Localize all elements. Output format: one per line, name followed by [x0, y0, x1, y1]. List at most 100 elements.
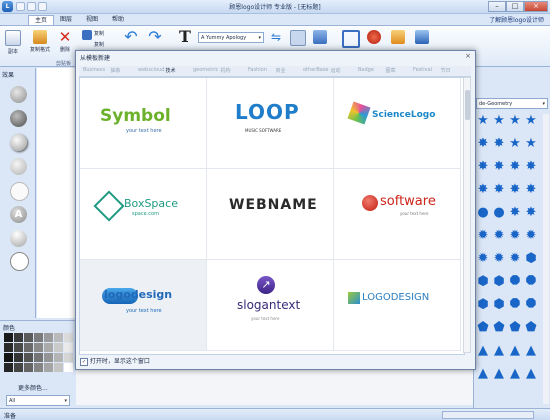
category-tab[interactable]: 机构	[221, 67, 231, 74]
cut-button[interactable]	[80, 30, 94, 42]
shape-star-icon[interactable]: ★	[508, 114, 522, 128]
tab-view[interactable]: 视图	[80, 15, 104, 25]
redo-button[interactable]: ↷	[146, 29, 164, 46]
template-loop[interactable]: LOOP MUSIC SOFTWARE	[207, 78, 334, 169]
category-tab[interactable]: Festival	[413, 67, 432, 73]
minimize-button[interactable]: –	[488, 1, 506, 12]
scrollbar-thumb[interactable]	[465, 90, 470, 120]
close-button[interactable]: ×	[524, 1, 548, 12]
color-swatch[interactable]	[64, 343, 73, 352]
shape-tri-icon[interactable]: ▲	[508, 367, 522, 381]
small-copy-button-2[interactable]: 复制	[94, 41, 116, 48]
category-tab[interactable]: 抽象	[111, 67, 121, 74]
shape-burst-icon[interactable]: ✸	[492, 160, 506, 174]
color-swatch[interactable]	[14, 353, 23, 362]
effect-circle-shadow[interactable]	[10, 134, 27, 151]
template-webname[interactable]: WEBNAME	[207, 169, 334, 260]
effect-button[interactable]	[366, 30, 382, 46]
shape-hex-icon[interactable]: ⬢	[524, 252, 538, 266]
shape-star-icon[interactable]: ★	[492, 114, 506, 128]
show-on-open-checkbox[interactable]: ✓	[80, 357, 88, 366]
category-tab[interactable]: 运动	[331, 67, 341, 74]
color-swatch[interactable]	[14, 343, 23, 352]
shape-oct-icon[interactable]: ⯃	[508, 275, 522, 289]
category-tab[interactable]: 商业	[276, 67, 286, 74]
color-swatch[interactable]	[4, 363, 13, 372]
shape-pent-icon[interactable]: ⬟	[524, 321, 538, 335]
shape-oct-icon[interactable]: ⯃	[508, 298, 522, 312]
color-swatch[interactable]	[4, 343, 13, 352]
shape-burst-icon[interactable]: ✸	[476, 160, 490, 174]
shape-oct-icon[interactable]: ⯃	[524, 298, 538, 312]
color-swatch[interactable]	[44, 363, 53, 372]
template-sciencelogo[interactable]: ScienceLogo	[334, 78, 461, 169]
shape-burst-icon[interactable]: ✸	[492, 183, 506, 197]
crop-button[interactable]	[342, 30, 360, 50]
color-swatch[interactable]	[54, 343, 63, 352]
category-tab[interactable]: 技术	[166, 67, 176, 74]
tab-help[interactable]: 帮助	[106, 15, 130, 25]
color-swatch[interactable]	[54, 353, 63, 362]
effect-circle-gloss[interactable]	[10, 230, 27, 247]
color-swatch[interactable]	[44, 343, 53, 352]
small-copy-button-1[interactable]: 复制	[94, 30, 116, 37]
color-swatch[interactable]	[64, 353, 73, 362]
template-logodesign-blue[interactable]: LOGODESIGN	[334, 260, 461, 351]
color-swatch[interactable]	[34, 343, 43, 352]
color-swatch[interactable]	[4, 353, 13, 362]
color-swatch[interactable]	[34, 333, 43, 342]
color-swatch[interactable]	[24, 333, 33, 342]
category-tab[interactable]: Fashion	[248, 67, 267, 73]
category-tab[interactable]: Business	[83, 67, 105, 73]
copy-button[interactable]: 副本	[4, 30, 22, 55]
template-logodesign[interactable]: logodesign your text here	[80, 260, 207, 351]
dialog-close-button[interactable]: ×	[463, 52, 473, 61]
flip-h-button[interactable]: ⇋	[268, 30, 284, 46]
category-tab[interactable]: Badge	[358, 67, 374, 73]
shape-circle-icon[interactable]: ●	[492, 206, 506, 220]
color-swatch[interactable]	[64, 333, 73, 342]
shape-burst-icon[interactable]: ✸	[476, 183, 490, 197]
shape-burst-icon[interactable]: ✸	[476, 137, 490, 151]
shape-hex-icon[interactable]: ⬢	[476, 298, 490, 312]
shape-hex-icon[interactable]: ⬢	[492, 275, 506, 289]
color-swatch[interactable]	[54, 363, 63, 372]
shape-tri-icon[interactable]: ▲	[476, 367, 490, 381]
shape-gear-icon[interactable]: ✹	[492, 229, 506, 243]
import-button[interactable]	[390, 30, 406, 46]
shape-gear-icon[interactable]: ✹	[492, 252, 506, 266]
shape-tri-icon[interactable]: ▲	[508, 344, 522, 358]
shape-pent-icon[interactable]: ⬟	[492, 321, 506, 335]
shape-hex-icon[interactable]: ⬢	[492, 298, 506, 312]
delete-button[interactable]: ✕ 删除	[56, 30, 74, 54]
color-swatch[interactable]	[24, 363, 33, 372]
effect-circle-outline[interactable]	[10, 252, 29, 271]
shape-hex-icon[interactable]: ⬢	[476, 275, 490, 289]
maximize-button[interactable]: □	[506, 1, 524, 12]
undo-button[interactable]: ↶	[122, 29, 140, 46]
shape-tri-icon[interactable]: ▲	[524, 367, 538, 381]
template-software[interactable]: software your text here	[334, 169, 461, 260]
design-canvas[interactable]	[37, 68, 77, 318]
shape-burst-icon[interactable]: ✸	[524, 160, 538, 174]
category-tab[interactable]: 图章	[386, 67, 396, 74]
shape-pent-icon[interactable]: ⬟	[476, 321, 490, 335]
shape-gear-icon[interactable]: ✹	[476, 229, 490, 243]
color-swatch[interactable]	[14, 363, 23, 372]
align-button[interactable]	[290, 30, 306, 48]
shape-star-icon[interactable]: ★	[524, 137, 538, 151]
effect-letter-a[interactable]: A	[10, 206, 27, 223]
shape-tri-icon[interactable]: ▲	[476, 344, 490, 358]
help-link[interactable]: 了解顾恩logo设计师	[489, 15, 544, 24]
zoom-slider[interactable]	[442, 411, 534, 419]
template-symbol[interactable]: Symbol your text here	[80, 78, 207, 169]
shape-burst-icon[interactable]: ✸	[524, 183, 538, 197]
shape-gear-icon[interactable]: ✹	[476, 252, 490, 266]
shape-tri-icon[interactable]: ▲	[492, 367, 506, 381]
color-swatch[interactable]	[4, 333, 13, 342]
color-swatch[interactable]	[44, 333, 53, 342]
effect-circle-light[interactable]	[10, 158, 27, 175]
shapes-scrollbar[interactable]	[543, 114, 549, 404]
shape-star-icon[interactable]: ★	[508, 137, 522, 151]
color-swatch[interactable]	[54, 333, 63, 342]
